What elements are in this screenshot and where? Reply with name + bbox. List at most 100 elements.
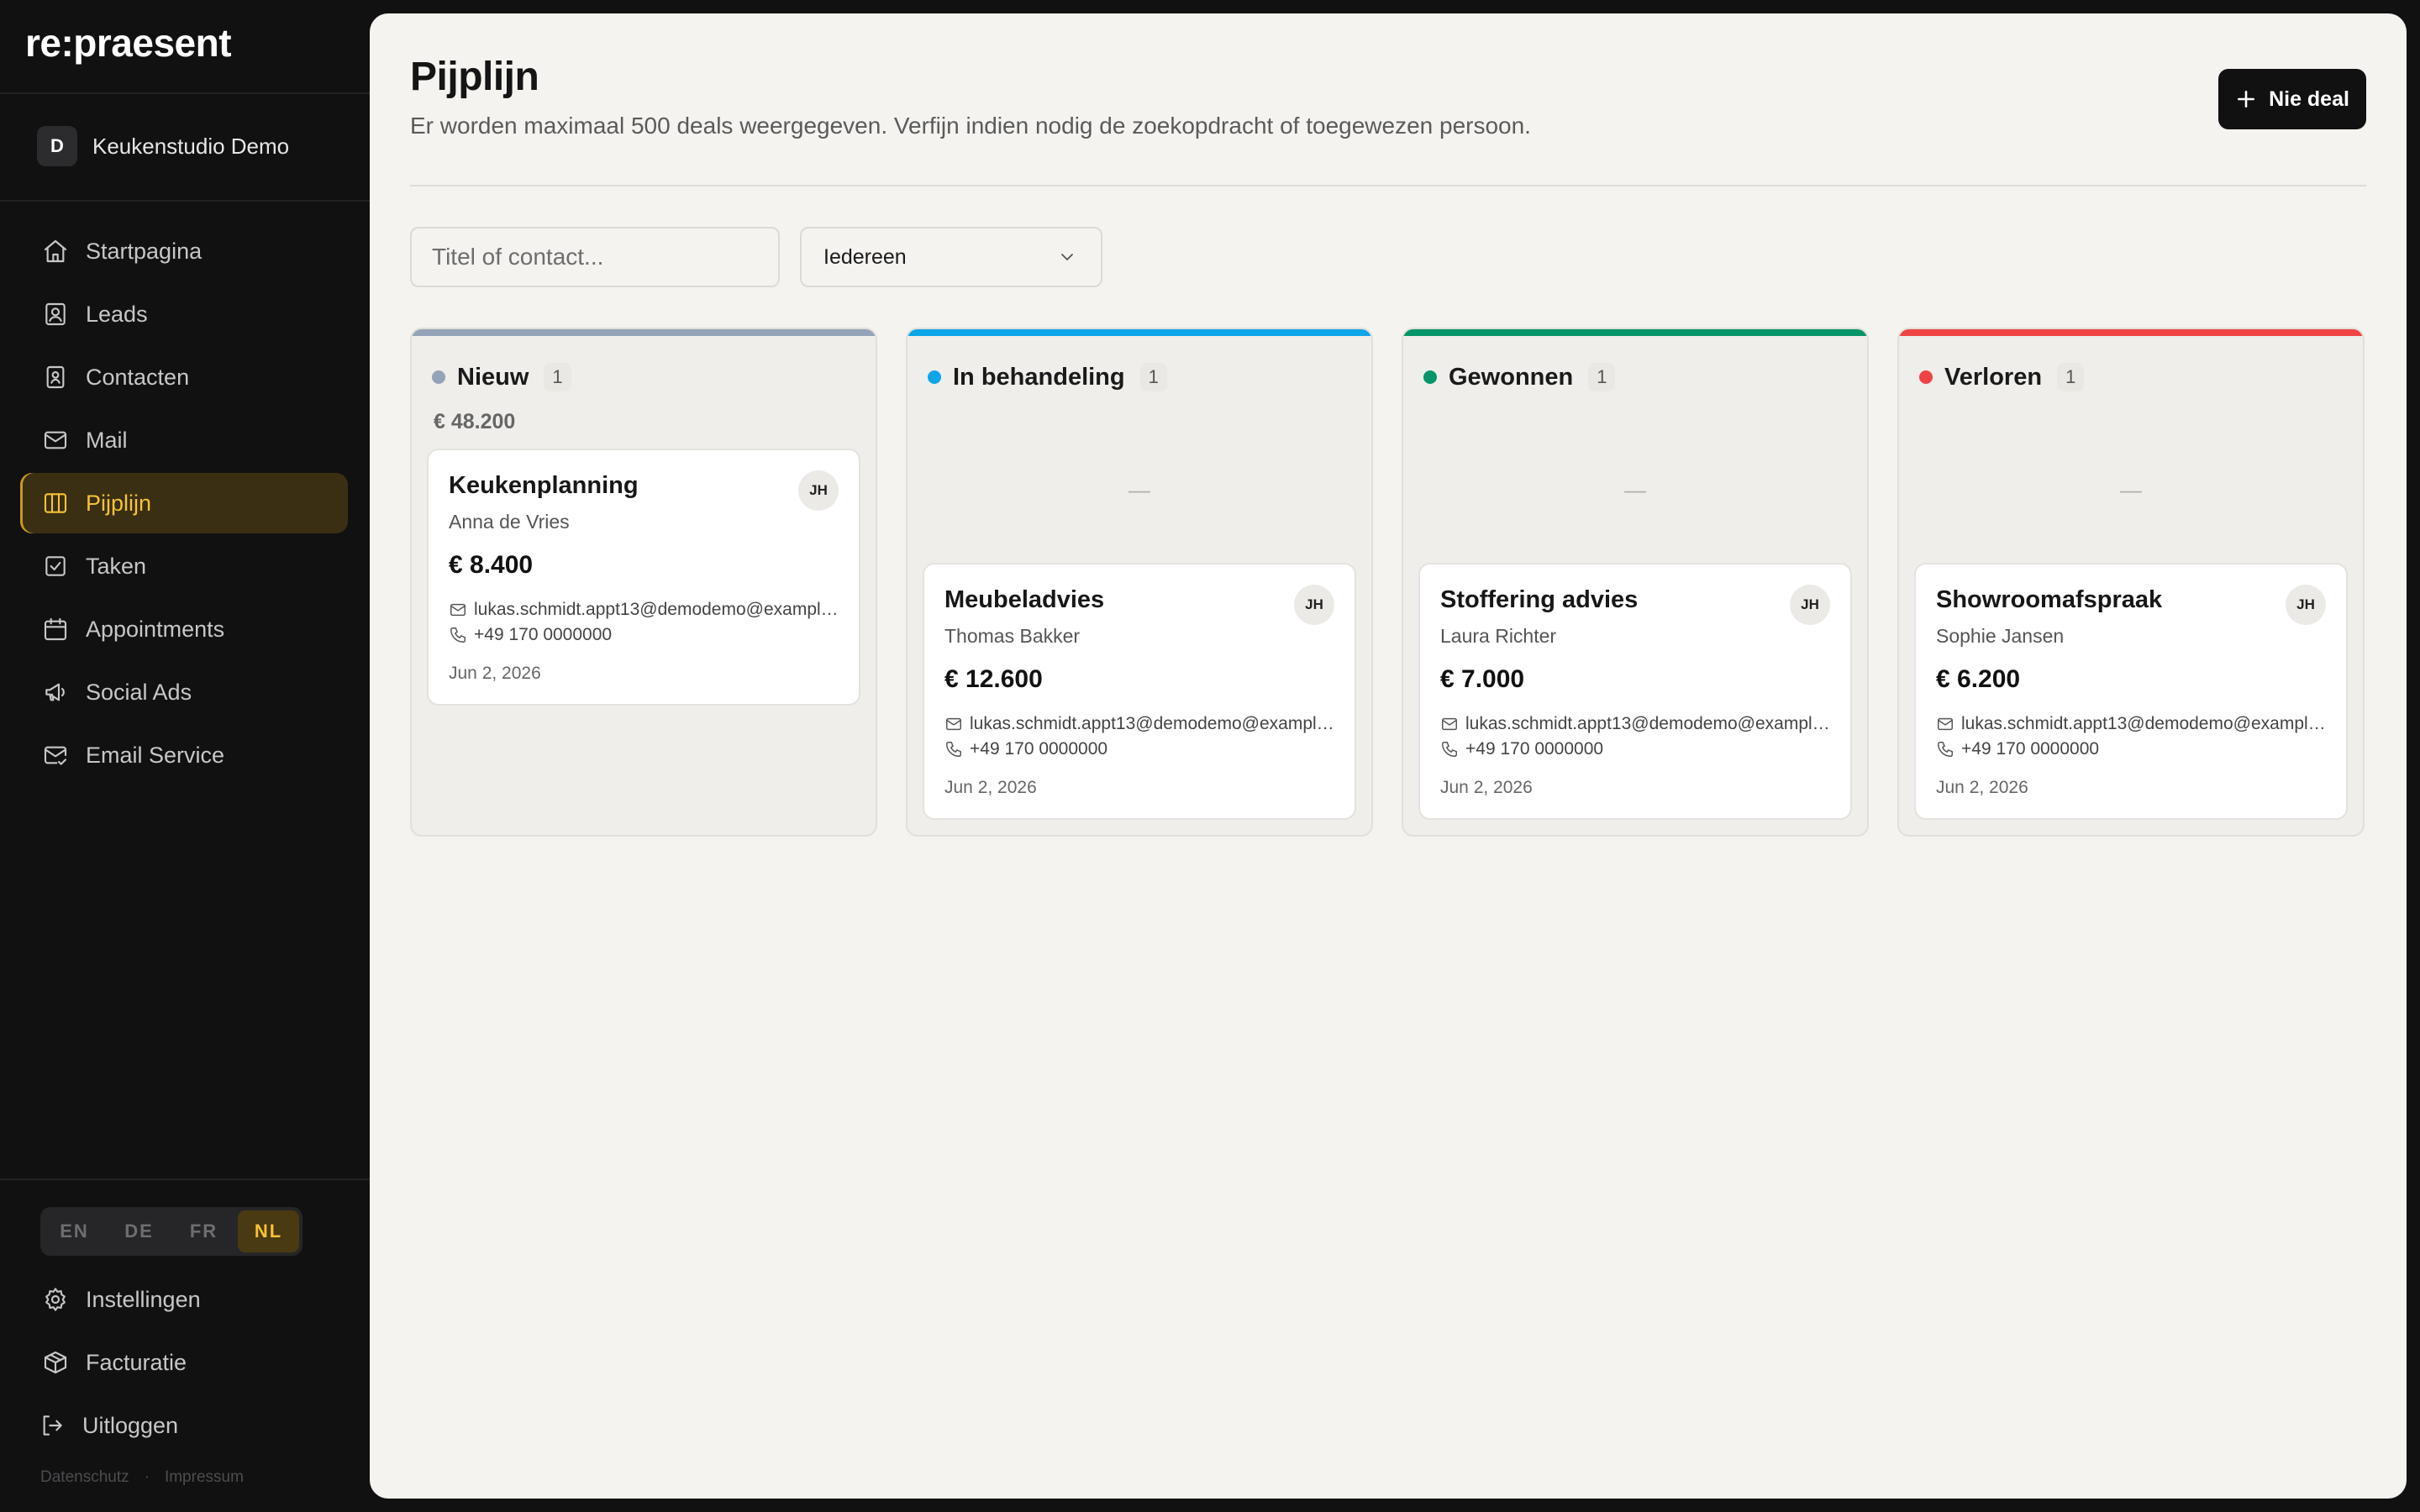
calendar-icon [44, 617, 67, 641]
pipeline-column-nieuw: Nieuw 1 € 48.200 Keukenplanning Anna de … [410, 328, 877, 837]
phone-icon [1938, 742, 1953, 757]
deal-value: € 7.000 [1440, 665, 1525, 693]
deal-phone: +49 170 0000000 [449, 625, 839, 645]
assignee-avatar: JH [798, 470, 839, 511]
workspace-name: Keukenstudio Demo [92, 133, 290, 159]
chevron-down-icon [1061, 254, 1073, 260]
deal-phone-text: +49 170 0000000 [970, 739, 1108, 759]
logout-icon [43, 1415, 62, 1436]
plus-icon [2238, 91, 2255, 108]
sidebar-item-taken[interactable]: Taken [20, 536, 348, 596]
imprint-link[interactable]: Impressum [165, 1468, 244, 1487]
deal-email-text: lukas.schmidt.appt13@demodemo@example.co… [970, 714, 1334, 733]
pipeline-column-gewonnen: Gewonnen 1 — Stoffering advies Laura Ric… [1402, 328, 1869, 837]
mail-icon [1938, 717, 1953, 731]
sidebar-item-mail[interactable]: Mail [20, 410, 348, 470]
footer-separator: · [144, 1468, 150, 1486]
sidebar-item-pijplijn[interactable]: Pijplijn [20, 473, 348, 533]
lang-fr-button[interactable]: FR [173, 1210, 234, 1252]
lang-de-button[interactable]: DE [108, 1210, 170, 1252]
deal-card[interactable]: Keukenplanning Anna de Vries JH € 8.400 … [427, 449, 860, 706]
deal-card[interactable]: Showroomafspraak Sophie Jansen JH € 6.20… [1914, 563, 2348, 820]
column-header: Verloren 1 [1919, 363, 2085, 391]
phone-icon [1442, 742, 1457, 757]
deal-card[interactable]: Stoffering advies Laura Richter JH € 7.0… [1418, 563, 1852, 820]
divider [410, 185, 2366, 186]
footer-links: Datenschutz · Impressum [40, 1468, 244, 1487]
sidebar-item-social-ads[interactable]: Social Ads [20, 662, 348, 722]
gear-icon [45, 1288, 66, 1311]
deal-value: € 6.200 [1936, 665, 2021, 693]
column-count: 1 [1588, 363, 1616, 391]
column-count: 1 [544, 363, 571, 391]
deal-contact: Anna de Vries [449, 511, 570, 533]
sidebar-item-label: Email Service [86, 742, 225, 768]
deal-email: lukas.schmidt.appt13@demodemo@example.co… [1936, 714, 2326, 734]
new-deal-button[interactable]: Nie deal [2218, 69, 2366, 129]
column-title: In behandeling [953, 363, 1125, 391]
sidebar-item-contacten[interactable]: Contacten [20, 347, 348, 407]
status-dot [1423, 370, 1437, 384]
main-panel: Pijplijn Er worden maximaal 500 deals we… [370, 13, 2407, 1499]
checkbox-icon [45, 556, 66, 576]
assignee-avatar: JH [1790, 585, 1830, 625]
deal-email: lukas.schmidt.appt13@demodemo@example.co… [1440, 714, 1830, 734]
assignee-select[interactable]: Iedereen [800, 227, 1102, 287]
contact-card-icon [45, 302, 66, 326]
kanban-icon [44, 493, 67, 513]
sidebar-item-label: Leads [86, 301, 148, 327]
page-subtitle: Er worden maximaal 500 deals weergegeven… [410, 113, 1531, 139]
pipeline-column-verloren: Verloren 1 — Showroomafspraak Sophie Jan… [1897, 328, 2365, 837]
sidebar-item-leads[interactable]: Leads [20, 284, 348, 344]
column-header: Gewonnen 1 [1423, 363, 1616, 391]
deal-value: € 12.600 [944, 665, 1043, 693]
phone-icon [450, 627, 466, 643]
app-logo[interactable]: re:praesent [25, 20, 232, 66]
column-title: Gewonnen [1449, 363, 1574, 391]
deal-contact: Sophie Jansen [1936, 625, 2065, 647]
deal-title: Showroomafspraak [1936, 586, 2163, 613]
deal-email-text: lukas.schmidt.appt13@demodemo@example.co… [1961, 714, 2326, 733]
column-title: Verloren [1944, 363, 2043, 391]
column-title: Nieuw [457, 363, 529, 391]
assignee-select-value: Iedereen [823, 244, 907, 269]
column-header: Nieuw 1 [432, 363, 571, 391]
sidebar-item-instellingen[interactable]: Instellingen [20, 1269, 348, 1330]
deal-value: € 8.400 [449, 551, 534, 579]
sidebar-item-label: Taken [86, 553, 147, 579]
deal-date: Jun 2, 2026 [1440, 778, 1533, 797]
status-dot [928, 370, 941, 384]
sidebar-item-label: Pijplijn [86, 490, 152, 516]
assignee-avatar: JH [1294, 585, 1334, 625]
sidebar-item-label: Mail [86, 427, 128, 453]
privacy-link[interactable]: Datenschutz [40, 1468, 129, 1487]
lang-nl-button[interactable]: NL [238, 1210, 299, 1252]
logout-button[interactable]: Uitloggen [20, 1395, 348, 1456]
pipeline-board: Nieuw 1 € 48.200 Keukenplanning Anna de … [410, 328, 2366, 837]
sidebar-item-startpagina[interactable]: Startpagina [20, 221, 348, 281]
deal-card[interactable]: Meubeladvies Thomas Bakker JH € 12.600 l… [923, 563, 1356, 820]
sidebar-item-label: Facturatie [86, 1349, 187, 1375]
package-icon [44, 1351, 67, 1374]
deal-date: Jun 2, 2026 [944, 778, 1037, 797]
status-dot [432, 370, 445, 384]
workspace-switcher[interactable]: D Keukenstudio Demo [37, 126, 289, 166]
sidebar-item-label: Instellingen [86, 1286, 201, 1312]
megaphone-icon [45, 683, 65, 701]
sidebar-item-facturatie[interactable]: Facturatie [20, 1332, 348, 1393]
deal-email-text: lukas.schmidt.appt13@demodemo@example.co… [474, 600, 839, 619]
language-switcher: EN DE FR NL [40, 1207, 302, 1256]
column-color-bar [908, 329, 1371, 336]
sidebar: re:praesent D Keukenstudio Demo Startpag… [0, 0, 370, 1512]
sidebar-item-email-service[interactable]: Email Service [20, 725, 348, 785]
page-title: Pijplijn [410, 55, 539, 99]
mail-check-icon [44, 746, 67, 765]
column-count: 1 [2057, 363, 2085, 391]
deal-date: Jun 2, 2026 [449, 664, 541, 683]
divider [0, 200, 370, 202]
lang-en-button[interactable]: EN [44, 1210, 105, 1252]
column-empty-placeholder: — [1128, 477, 1150, 502]
search-input[interactable] [410, 227, 780, 287]
assignee-avatar: JH [2286, 585, 2326, 625]
sidebar-item-appointments[interactable]: Appointments [20, 599, 348, 659]
